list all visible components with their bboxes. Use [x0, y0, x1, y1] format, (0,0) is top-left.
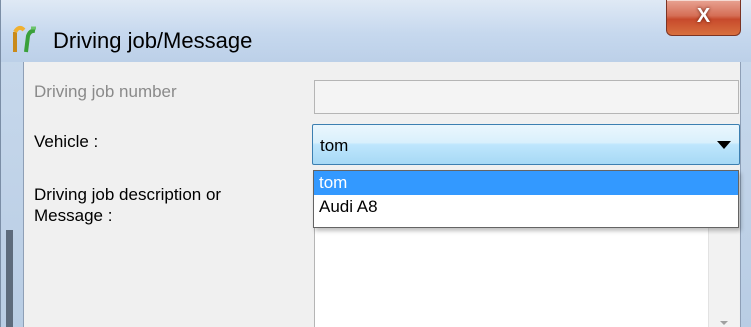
description-label-line2: Message : — [34, 206, 113, 225]
dropdown-option-tom[interactable]: tom — [314, 171, 738, 195]
close-button[interactable]: X — [666, 0, 741, 36]
description-label-line1: Driving job description or — [34, 185, 222, 204]
vehicle-dropdown-list: tom Audi A8 — [313, 170, 739, 228]
window-edge-strip — [6, 230, 13, 327]
chevron-down-icon[interactable] — [717, 141, 731, 149]
vehicle-combobox[interactable]: tom — [312, 124, 740, 165]
job-number-label: Driving job number — [34, 82, 177, 101]
vehicle-selected-value: tom — [320, 136, 349, 155]
title-bar[interactable]: Driving job/Message X — [1, 0, 751, 62]
scroll-down-arrow-icon[interactable] — [720, 321, 728, 325]
vehicle-label: Vehicle : — [34, 132, 99, 151]
dialog-window: Driving job/Message X Driving job number… — [0, 0, 751, 327]
dropdown-option-audi-a8[interactable]: Audi A8 — [314, 195, 738, 219]
close-icon: X — [696, 5, 711, 27]
driving-job-app-icon — [9, 22, 49, 54]
window-title: Driving job/Message — [53, 28, 253, 53]
job-number-field[interactable] — [314, 80, 739, 114]
description-label: Driving job description or Message : — [34, 184, 221, 226]
